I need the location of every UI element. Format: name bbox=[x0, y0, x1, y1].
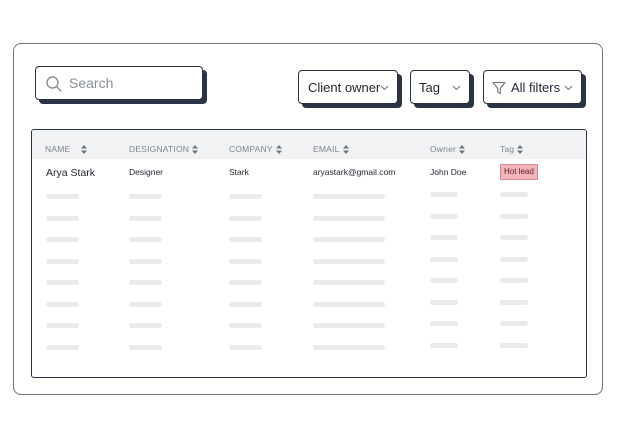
column-header-label: EMAIL bbox=[313, 144, 340, 154]
sort-icon[interactable] bbox=[81, 144, 88, 154]
skeleton-bar bbox=[46, 215, 79, 221]
sort-icon[interactable] bbox=[275, 144, 282, 154]
tag-dropdown[interactable]: Tag bbox=[410, 70, 470, 104]
all-filters-button[interactable]: All filters bbox=[483, 70, 582, 104]
skeleton-bar bbox=[46, 301, 79, 307]
skeleton-bar bbox=[129, 344, 162, 350]
chevron-down-icon bbox=[564, 85, 573, 91]
cell-name: Arya Stark bbox=[46, 167, 96, 179]
skeleton-bar bbox=[229, 280, 262, 285]
skeleton-bar bbox=[129, 237, 162, 242]
sort-icon[interactable] bbox=[517, 144, 524, 154]
skeleton-bar bbox=[46, 344, 79, 350]
skeleton-bar bbox=[229, 258, 262, 264]
skeleton-bar bbox=[430, 235, 458, 240]
skeleton-bar bbox=[430, 256, 458, 262]
skeleton-bar bbox=[229, 344, 262, 350]
skeleton-bar bbox=[430, 299, 458, 305]
skeleton-bar bbox=[129, 215, 162, 221]
skeleton-bar bbox=[129, 280, 162, 285]
skeleton-bar bbox=[46, 280, 79, 285]
skeleton-bar bbox=[313, 258, 385, 264]
skeleton-bar bbox=[500, 192, 528, 197]
column-header-label: Tag bbox=[500, 144, 515, 154]
all-filters-label: All filters bbox=[511, 79, 561, 95]
column-header-owner[interactable]: Owner bbox=[430, 144, 466, 154]
column-header-label: COMPANY bbox=[229, 144, 273, 154]
chevron-down-icon bbox=[452, 85, 461, 91]
skeleton-bar bbox=[500, 213, 528, 219]
table-header: NAME DESIGNATION COMPANY EMAIL Owner Tag bbox=[32, 130, 586, 159]
skeleton-bar bbox=[430, 192, 458, 197]
skeleton-bar bbox=[313, 280, 385, 285]
column-header-email[interactable]: EMAIL bbox=[313, 144, 349, 154]
tag-badge: Hot lead bbox=[500, 164, 538, 180]
column-header-designation[interactable]: DESIGNATION bbox=[129, 144, 199, 154]
skeleton-bar bbox=[129, 323, 162, 328]
skeleton-bar bbox=[229, 194, 262, 199]
client-owner-label: Client owner bbox=[308, 79, 381, 95]
search-input[interactable]: Search bbox=[35, 66, 203, 100]
skeleton-bar bbox=[500, 235, 528, 240]
skeleton-bar bbox=[500, 278, 528, 283]
skeleton-bar bbox=[500, 321, 528, 326]
skeleton-bar bbox=[313, 237, 385, 242]
tag-label: Tag bbox=[419, 79, 440, 95]
skeleton-bar bbox=[313, 323, 385, 328]
column-header-label: NAME bbox=[45, 144, 71, 154]
client-owner-dropdown[interactable]: Client owner bbox=[298, 70, 398, 104]
column-header-name[interactable]: NAME bbox=[45, 144, 88, 154]
sort-icon[interactable] bbox=[192, 144, 199, 154]
column-header-label: Owner bbox=[430, 144, 457, 154]
skeleton-bar bbox=[430, 278, 458, 283]
contacts-table: NAME DESIGNATION COMPANY EMAIL Owner Tag… bbox=[31, 129, 587, 378]
skeleton-bar bbox=[313, 194, 385, 199]
skeleton-bar bbox=[229, 237, 262, 242]
skeleton-bar bbox=[229, 301, 262, 307]
filter-icon bbox=[492, 81, 506, 95]
skeleton-bar bbox=[46, 237, 79, 242]
cell-owner: John Doe bbox=[430, 167, 467, 177]
column-header-label: DESIGNATION bbox=[129, 144, 190, 154]
search-icon bbox=[46, 76, 62, 92]
search-placeholder: Search bbox=[69, 75, 114, 91]
skeleton-bar bbox=[500, 256, 528, 262]
skeleton-bar bbox=[229, 215, 262, 221]
sort-icon[interactable] bbox=[342, 144, 349, 154]
sort-icon[interactable] bbox=[459, 144, 466, 154]
skeleton-bar bbox=[313, 301, 385, 307]
skeleton-bar bbox=[46, 323, 79, 328]
skeleton-bar bbox=[229, 323, 262, 328]
column-header-company[interactable]: COMPANY bbox=[229, 144, 282, 154]
cell-email: aryastark@gmail.com bbox=[313, 167, 396, 177]
cell-company: Stark bbox=[229, 167, 249, 177]
cell-designation: Designer bbox=[129, 167, 164, 177]
skeleton-bar bbox=[129, 258, 162, 264]
skeleton-bar bbox=[313, 344, 385, 350]
skeleton-bar bbox=[129, 301, 162, 307]
skeleton-bar bbox=[430, 342, 458, 348]
skeleton-bar bbox=[500, 342, 528, 348]
skeleton-bar bbox=[500, 299, 528, 305]
skeleton-bar bbox=[430, 321, 458, 326]
skeleton-bar bbox=[430, 213, 458, 219]
column-header-tag[interactable]: Tag bbox=[500, 144, 524, 154]
skeleton-bar bbox=[46, 258, 79, 264]
skeleton-bar bbox=[129, 194, 162, 199]
skeleton-bar bbox=[313, 215, 385, 221]
chevron-down-icon bbox=[380, 85, 389, 91]
skeleton-bar bbox=[46, 194, 79, 199]
